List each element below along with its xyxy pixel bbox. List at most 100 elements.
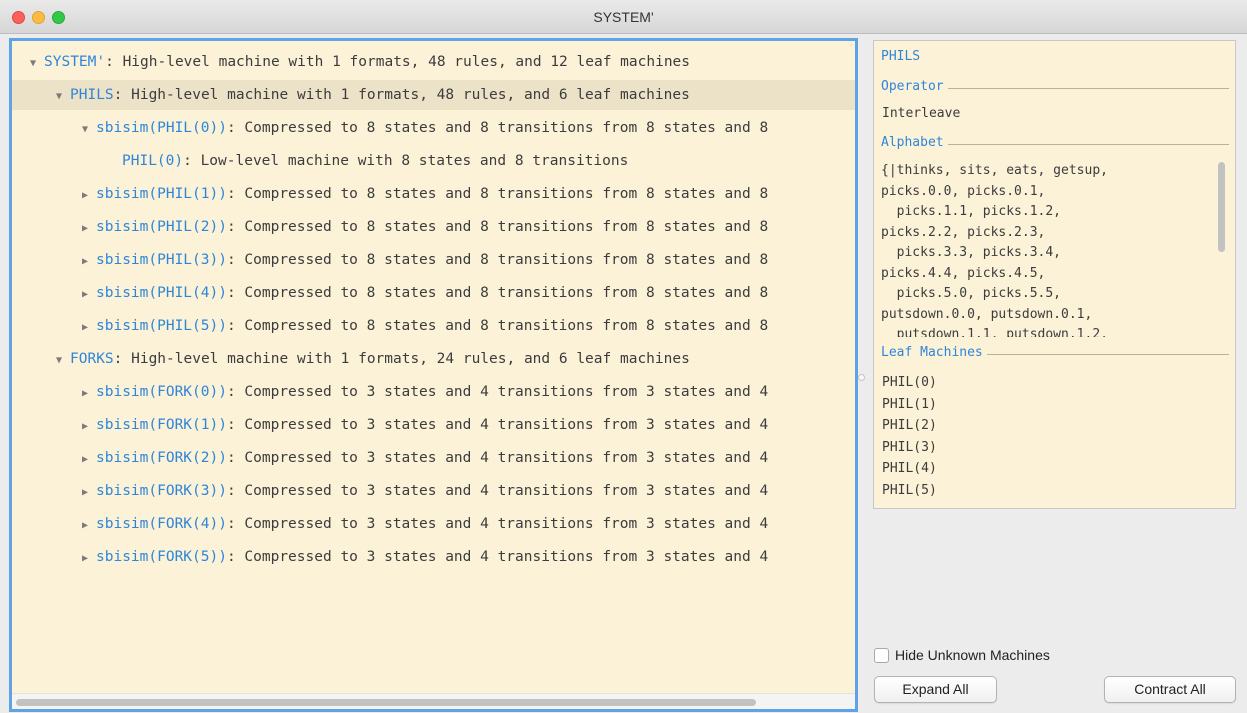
alphabet-line: picks.3.3, picks.3.4, <box>881 245 1062 260</box>
disclosure-collapsed-icon[interactable]: ▶ <box>74 445 96 473</box>
leaf-machine-item[interactable]: PHIL(2) <box>882 415 937 437</box>
machine-name: sbisim(FORK(0)) <box>96 384 227 400</box>
disclosure-expanded-icon[interactable]: ▼ <box>22 49 44 77</box>
tree-row[interactable]: ▶ sbisim(PHIL(1)): Compressed to 8 states… <box>12 179 855 209</box>
machine-name: sbisim(FORK(5)) <box>96 549 227 565</box>
machine-name: sbisim(FORK(3)) <box>96 483 227 499</box>
machine-description: : Compressed to 3 states and 4 transitio… <box>226 483 769 499</box>
tree-row[interactable]: ▶ sbisim(PHIL(3)): Compressed to 8 states… <box>12 245 855 275</box>
alphabet-scrollbar-thumb[interactable] <box>1218 162 1225 252</box>
window-title: SYSTEM' <box>593 9 654 25</box>
details-title: PHILS <box>881 49 921 64</box>
machine-name: SYSTEM' <box>44 54 106 70</box>
tree-row[interactable]: ▶ sbisim(PHIL(5)): Compressed to 8 states… <box>12 311 855 341</box>
alphabet-line: picks.1.1, picks.1.2, <box>881 204 1062 219</box>
alphabet-line: putsdown.1.1, putsdown.1.2, <box>881 327 1108 337</box>
disclosure-collapsed-icon[interactable]: ▶ <box>74 313 96 341</box>
disclosure-expanded-icon[interactable]: ▼ <box>48 346 70 374</box>
machine-description: : Compressed to 8 states and 8 transitio… <box>226 252 769 268</box>
disclosure-collapsed-icon[interactable]: ▶ <box>74 511 96 539</box>
disclosure-collapsed-icon[interactable]: ▶ <box>74 478 96 506</box>
machine-name: sbisim(FORK(2)) <box>96 450 227 466</box>
machine-name: PHILS <box>70 87 114 103</box>
tree-row[interactable]: ▶ sbisim(PHIL(4)): Compressed to 8 states… <box>12 278 855 308</box>
alphabet-line: picks.4.4, picks.4.5, <box>881 265 1046 281</box>
alphabet-line: {|thinks, sits, eats, getsup, <box>881 163 1108 178</box>
title-bar: SYSTEM' <box>0 0 1247 34</box>
disclosure-collapsed-icon[interactable]: ▶ <box>74 181 96 209</box>
leaf-machine-item[interactable]: PHIL(1) <box>882 394 937 416</box>
machine-name: sbisim(PHIL(5)) <box>96 318 227 334</box>
horizontal-scrollbar[interactable] <box>12 693 855 709</box>
disclosure-collapsed-icon[interactable]: ▶ <box>74 544 96 572</box>
machine-description: : Compressed to 8 states and 8 transitio… <box>226 120 769 136</box>
disclosure-collapsed-icon[interactable]: ▶ <box>74 379 96 407</box>
machine-description: : Compressed to 3 states and 4 transitio… <box>226 450 769 466</box>
tree-row[interactable]: ▶ sbisim(FORK(0)): Compressed to 3 states… <box>12 377 855 407</box>
leaf-machines-list: PHIL(0) PHIL(1) PHIL(2) PHIL(3) PHIL(4) PHIL(… <box>882 372 937 501</box>
disclosure-expanded-icon[interactable]: ▼ <box>48 82 70 110</box>
machine-description: : Compressed to 8 states and 8 transitio… <box>226 285 769 301</box>
alphabet-line: picks.2.2, picks.2.3, <box>881 224 1046 240</box>
leaf-machine-item[interactable]: PHIL(0) <box>882 372 937 394</box>
alphabet-label: Alphabet <box>881 135 948 150</box>
machine-name: sbisim(PHIL(4)) <box>96 285 227 301</box>
machine-description: : High-level machine with 1 formats, 48 … <box>113 87 690 103</box>
alphabet-section-header: Alphabet <box>881 135 1229 151</box>
machine-name: FORKS <box>70 351 114 367</box>
machine-description: : High-level machine with 1 formats, 24 … <box>113 351 690 367</box>
machine-name: sbisim(PHIL(2)) <box>96 219 227 235</box>
machine-description: : Compressed to 8 states and 8 transitio… <box>226 318 769 334</box>
operator-value: Interleave <box>882 106 961 121</box>
expand-all-button[interactable]: Expand All <box>874 676 997 703</box>
machine-description: : Low-level machine with 8 states and 8 … <box>183 153 629 169</box>
hide-unknown-machines-option[interactable]: Hide Unknown Machines <box>874 646 1050 664</box>
machine-name: sbisim(PHIL(3)) <box>96 252 227 268</box>
leaf-machine-item[interactable]: PHIL(5) <box>882 480 937 502</box>
leaf-machines-section-header: Leaf Machines <box>881 345 1229 361</box>
machine-description: : High-level machine with 1 formats, 48 … <box>105 54 691 70</box>
hide-unknown-machines-label[interactable]: Hide Unknown Machines <box>895 647 1050 663</box>
tree-row[interactable]: ▶ sbisim(FORK(4)): Compressed to 3 states… <box>12 509 855 539</box>
contract-all-button[interactable]: Contract All <box>1104 676 1236 703</box>
machine-tree[interactable]: ▼ SYSTEM': High-level machine with 1 form… <box>9 38 858 712</box>
operator-section-header: Operator <box>881 79 1229 95</box>
tree-row[interactable]: PHIL(0): Low-level machine with 8 states… <box>12 146 855 176</box>
hide-unknown-machines-checkbox[interactable] <box>874 648 889 663</box>
leaf-machines-label: Leaf Machines <box>881 345 987 360</box>
disclosure-collapsed-icon[interactable]: ▶ <box>74 280 96 308</box>
tree-row[interactable]: ▶ sbisim(FORK(1)): Compressed to 3 states… <box>12 410 855 440</box>
splitter-handle[interactable] <box>858 374 865 381</box>
disclosure-collapsed-icon[interactable]: ▶ <box>74 412 96 440</box>
tree-row[interactable]: ▶ sbisim(FORK(3)): Compressed to 3 states… <box>12 476 855 506</box>
machine-description: : Compressed to 8 states and 8 transitio… <box>226 219 769 235</box>
tree-row[interactable]: ▶ sbisim(FORK(2)): Compressed to 3 states… <box>12 443 855 473</box>
tree-row[interactable]: ▼ sbisim(PHIL(0)): Compressed to 8 states… <box>12 113 855 143</box>
tree-row[interactable]: ▼ FORKS: High-level machine with 1 format… <box>12 344 855 374</box>
machine-name: PHIL(0) <box>122 153 184 169</box>
operator-label: Operator <box>881 79 948 94</box>
machine-description: : Compressed to 3 states and 4 transitio… <box>226 384 769 400</box>
alphabet-text[interactable]: {|thinks, sits, eats, getsup, picks.0.0, … <box>881 161 1227 337</box>
machine-name: sbisim(PHIL(0)) <box>96 120 227 136</box>
alphabet-line: picks.5.0, picks.5.5, <box>881 286 1062 301</box>
machine-description: : Compressed to 3 states and 4 transitio… <box>226 549 769 565</box>
disclosure-collapsed-icon[interactable]: ▶ <box>74 214 96 242</box>
machine-description: : Compressed to 3 states and 4 transitio… <box>226 417 769 433</box>
machine-name: sbisim(FORK(4)) <box>96 516 227 532</box>
machine-description: : Compressed to 3 states and 4 transitio… <box>226 516 769 532</box>
disclosure-collapsed-icon[interactable]: ▶ <box>74 247 96 275</box>
disclosure-expanded-icon[interactable]: ▼ <box>74 115 96 143</box>
alphabet-line: putsdown.0.0, putsdown.0.1, <box>881 306 1093 322</box>
machine-name: sbisim(PHIL(1)) <box>96 186 227 202</box>
machine-details-panel: PHILS Operator Interleave Alphabet {|thi… <box>873 40 1236 509</box>
tree-row[interactable]: ▶ sbisim(FORK(5)): Compressed to 3 states… <box>12 542 855 572</box>
tree-row[interactable]: ▼ PHILS: High-level machine with 1 format… <box>12 80 855 110</box>
alphabet-scrollbar[interactable] <box>1214 159 1228 337</box>
tree-row[interactable]: ▶ sbisim(PHIL(2)): Compressed to 8 states… <box>12 212 855 242</box>
leaf-machine-item[interactable]: PHIL(3) <box>882 437 937 459</box>
leaf-machine-item[interactable]: PHIL(4) <box>882 458 937 480</box>
machine-name: sbisim(FORK(1)) <box>96 417 227 433</box>
horizontal-scrollbar-thumb[interactable] <box>16 699 756 706</box>
tree-row[interactable]: ▼ SYSTEM': High-level machine with 1 form… <box>12 47 855 77</box>
